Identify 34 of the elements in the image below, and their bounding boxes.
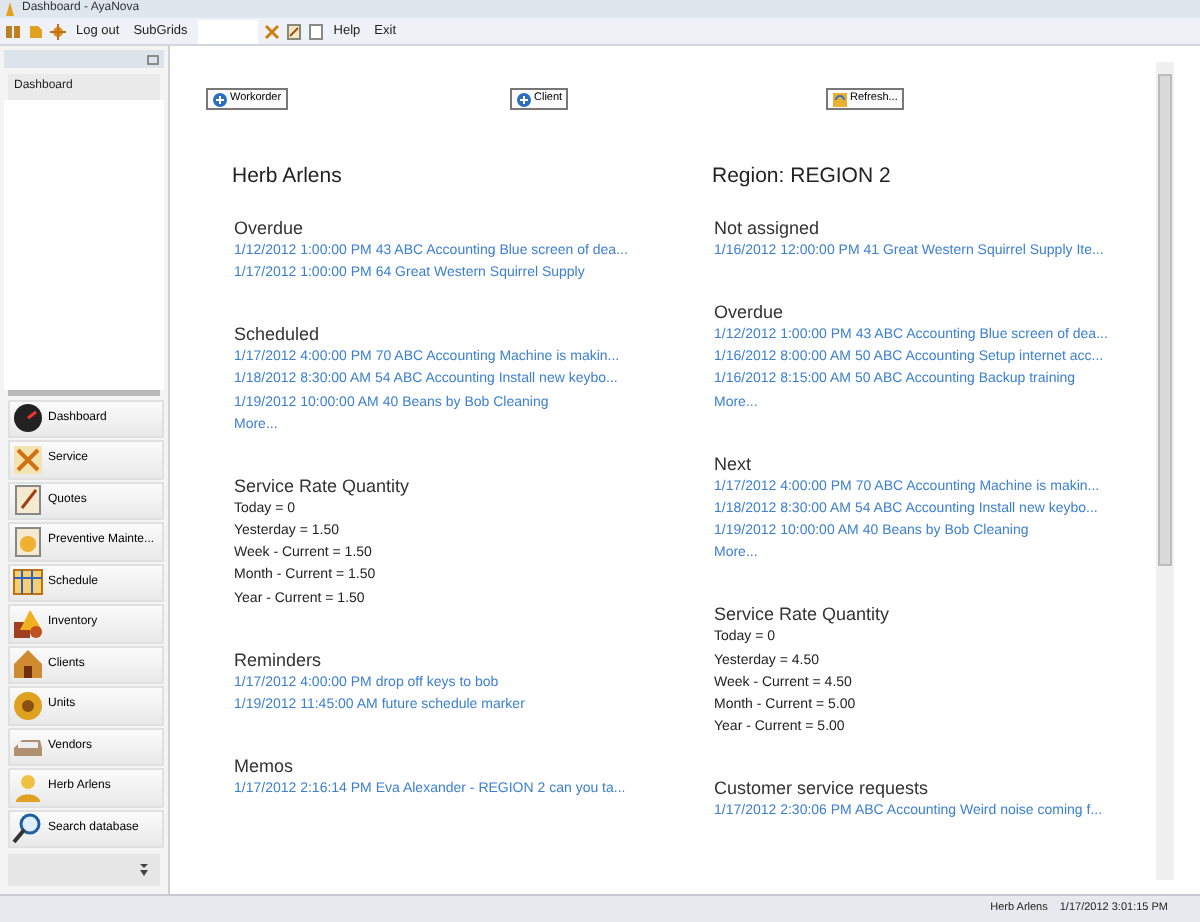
add-icon [212, 91, 228, 107]
person-icon [12, 771, 44, 804]
pin-icon[interactable] [146, 53, 160, 65]
section-heading: Next [714, 451, 754, 476]
section-heading: Overdue [714, 299, 786, 324]
section-heading: Overdue [234, 215, 306, 240]
tools-icon [12, 443, 44, 476]
section-heading: Customer service requests [714, 776, 931, 801]
section-heading: Memos [234, 754, 296, 779]
clock-icon [12, 525, 44, 558]
edit-icon[interactable] [285, 23, 302, 39]
folder-icon[interactable] [28, 23, 44, 39]
tools-icon[interactable] [263, 23, 280, 39]
section-heading: Scheduled [234, 322, 322, 347]
boxes-icon [12, 607, 44, 640]
search-icon [12, 812, 44, 845]
section-heading: Service Rate Quantity [234, 473, 412, 498]
column-title: Region: REGION 2 [712, 162, 893, 192]
section-heading: Reminders [234, 647, 324, 672]
gauge-icon [12, 402, 44, 435]
house-icon [12, 648, 44, 681]
gear-icon [12, 689, 44, 722]
section-heading: Service Rate Quantity [714, 602, 892, 627]
section-heading: Not assigned [714, 215, 822, 240]
chevron-icon[interactable] [140, 864, 148, 876]
calendar-icon [12, 566, 44, 599]
scrollbar[interactable] [1156, 62, 1174, 880]
add-icon [516, 91, 532, 107]
refresh-icon [832, 91, 848, 107]
app-icon [4, 2, 16, 16]
column-title: Herb Arlens [232, 162, 344, 192]
toolbar-field[interactable] [197, 19, 258, 43]
document-icon [12, 484, 44, 517]
document-icon[interactable] [307, 23, 324, 39]
